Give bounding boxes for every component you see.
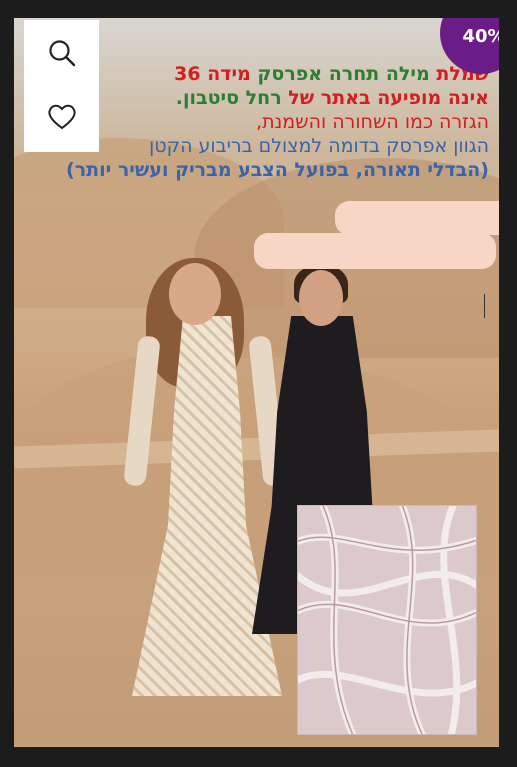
description-text: מידה 36	[174, 63, 258, 85]
product-image[interactable]: שמלת מילה תחרה אפרסק מידה 36 אינה מופיעה…	[14, 18, 499, 747]
description-line: הגזרה כמו השחורה והשמנת,	[256, 111, 489, 133]
description-line: הגוון אפרסק בדומה למצולם בריבוע הקטן	[149, 135, 489, 157]
discount-label: 40%	[462, 26, 499, 47]
description-text: רחל סיטבון.	[175, 87, 282, 109]
description-line: (הבדלי תאורה, בפועל הצבע מבריק ועשיר יות…	[66, 159, 489, 181]
product-description: שמלת מילה תחרה אפרסק מידה 36 אינה מופיעה…	[29, 62, 489, 182]
description-line: אינה מופיעה באתר של רחל סיטבון.	[29, 86, 489, 110]
description-text: מילה תחרה אפרסק	[257, 63, 430, 85]
description-line: שמלת מילה תחרה אפרסק מידה 36	[29, 62, 489, 86]
model-face	[299, 270, 343, 326]
redaction-blob	[254, 233, 496, 269]
text-caret	[484, 294, 485, 318]
description-text: אינה מופיעה באתר של	[281, 87, 489, 109]
fabric-closeup-inset	[297, 505, 477, 735]
redaction-blob	[335, 201, 499, 235]
model-face	[169, 263, 221, 325]
